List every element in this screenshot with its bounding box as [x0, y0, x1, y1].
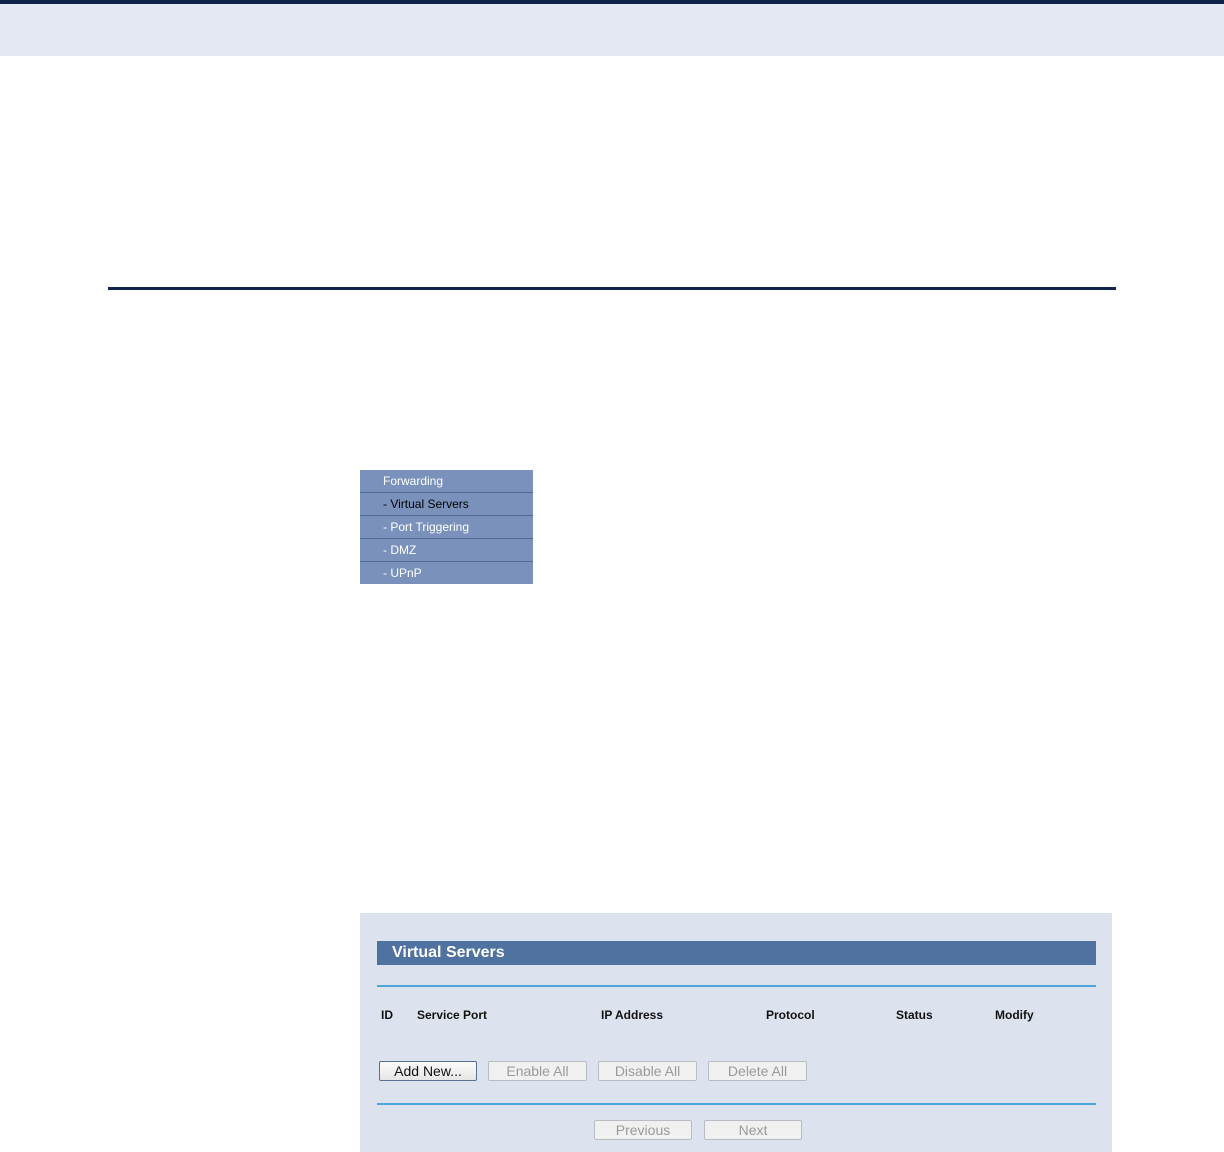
header-band [0, 0, 1224, 56]
previous-button[interactable]: Previous [594, 1120, 692, 1140]
divider-bottom [377, 1103, 1096, 1105]
menu-item-forwarding[interactable]: Forwarding [360, 470, 533, 493]
forwarding-menu: Forwarding - Virtual Servers - Port Trig… [360, 470, 533, 584]
column-header-protocol: Protocol [766, 1008, 815, 1022]
menu-item-port-triggering[interactable]: - Port Triggering [360, 516, 533, 539]
delete-all-button[interactable]: Delete All [708, 1061, 807, 1081]
menu-item-dmz[interactable]: - DMZ [360, 539, 533, 562]
column-header-status: Status [896, 1008, 933, 1022]
disable-all-button[interactable]: Disable All [598, 1061, 697, 1081]
column-header-ip-address: IP Address [601, 1008, 664, 1022]
next-button[interactable]: Next [704, 1120, 802, 1140]
section-divider [108, 287, 1116, 290]
column-header-service-port: Service Port [417, 1008, 488, 1022]
column-header-id: ID [381, 1008, 393, 1022]
divider-top [377, 985, 1096, 987]
panel-title: Virtual Servers [377, 941, 1096, 965]
menu-item-upnp[interactable]: - UPnP [360, 562, 533, 584]
page: Forwarding - Virtual Servers - Port Trig… [0, 0, 1224, 1152]
virtual-servers-panel: Virtual Servers ID Service Port IP Addre… [360, 913, 1112, 1152]
enable-all-button[interactable]: Enable All [488, 1061, 587, 1081]
menu-item-virtual-servers[interactable]: - Virtual Servers [360, 493, 533, 516]
column-header-modify: Modify [995, 1008, 1034, 1022]
add-new-button[interactable]: Add New... [379, 1061, 477, 1081]
